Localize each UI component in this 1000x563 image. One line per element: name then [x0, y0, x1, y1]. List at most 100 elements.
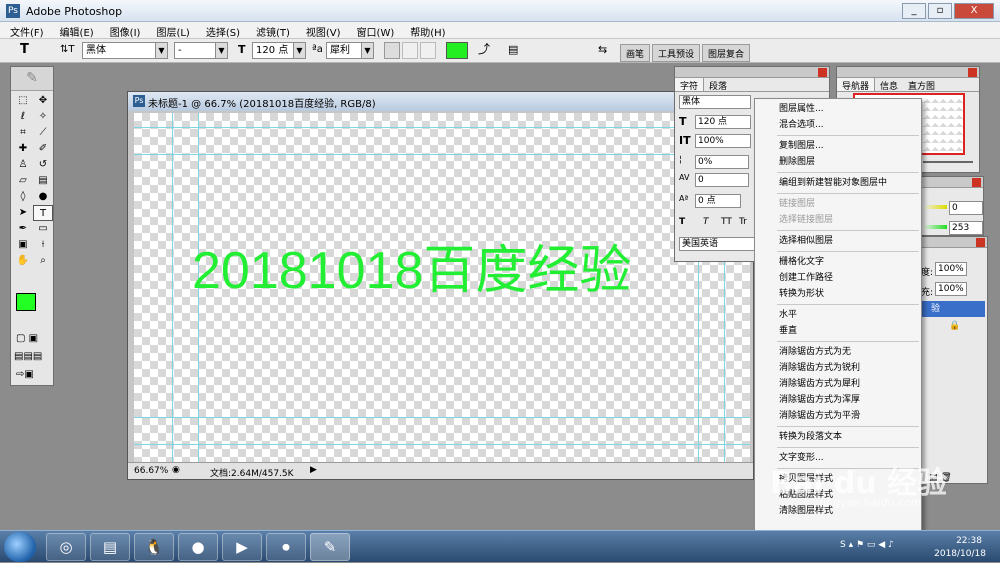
context-menu-item[interactable]: 水平	[755, 307, 921, 323]
gradient-tool-icon[interactable]: ▤	[33, 173, 53, 189]
menu-edit[interactable]: 编辑(E)	[50, 22, 100, 39]
palette-well-brushes-tab[interactable]: 画笔	[620, 44, 651, 62]
zoom-tool-icon[interactable]: ⌕	[33, 253, 53, 269]
context-menu-item[interactable]: 图层属性...	[755, 101, 921, 117]
type-tool-icon[interactable]: T	[33, 205, 53, 221]
char-kerning-field[interactable]: 0	[695, 173, 749, 187]
context-menu-item[interactable]: 删除图层	[755, 154, 921, 170]
color-value-field[interactable]: 0	[949, 201, 983, 215]
close-button[interactable]: X	[954, 3, 994, 19]
quick-mask-toggle[interactable]: ▢ ▣	[16, 333, 50, 345]
context-menu-item[interactable]: 消除锯齿方式为平滑	[755, 408, 921, 424]
faux-italic-button[interactable]: T	[703, 217, 709, 227]
align-center-button[interactable]	[402, 42, 418, 59]
marquee-tool-icon[interactable]: ⬚	[13, 93, 33, 109]
close-icon[interactable]	[976, 238, 985, 247]
char-tracking-field[interactable]: 0%	[695, 155, 749, 169]
opacity-field[interactable]: 100%	[935, 262, 967, 276]
crop-tool-icon[interactable]: ⌗	[13, 125, 33, 141]
menu-filter[interactable]: 滤镜(T)	[246, 22, 296, 39]
file-browser-icon[interactable]: ⇆	[598, 42, 607, 59]
eraser-tool-icon[interactable]: ▱	[13, 173, 33, 189]
char-language-select[interactable]: 美国英语	[679, 237, 757, 251]
menu-file[interactable]: 文件(F)	[0, 22, 50, 39]
canvas[interactable]: 20181018百度经验	[134, 113, 750, 462]
menu-layer[interactable]: 图层(L)	[146, 22, 195, 39]
taskbar-app-firefox[interactable]: ●	[178, 533, 218, 561]
align-right-button[interactable]	[420, 42, 436, 59]
screen-mode-buttons[interactable]: ▤▤▤	[14, 351, 52, 363]
menu-help[interactable]: 帮助(H)	[400, 22, 451, 39]
context-menu-item[interactable]: 消除锯齿方式为犀利	[755, 376, 921, 392]
menu-window[interactable]: 窗口(W)	[347, 22, 401, 39]
palette-well-layer-comps-tab[interactable]: 图层复合	[702, 44, 751, 62]
blur-tool-icon[interactable]: ◊	[13, 189, 33, 205]
taskbar-app-photoshop[interactable]: ✎	[310, 533, 350, 561]
magic-wand-tool-icon[interactable]: ✧	[33, 109, 53, 125]
type-tool-preset-icon[interactable]: T	[20, 42, 29, 59]
tab-paragraph[interactable]: 段落	[704, 78, 732, 92]
lasso-tool-icon[interactable]: ℓ	[13, 109, 33, 125]
faux-bold-button[interactable]: T	[679, 217, 685, 227]
brush-tool-icon[interactable]: ✐	[33, 141, 53, 157]
warp-text-icon[interactable]: ⤴	[478, 42, 490, 59]
tab-character[interactable]: 字符	[675, 78, 705, 92]
text-orientation-icon[interactable]: ⇅T	[60, 42, 75, 59]
eyedropper-tool-icon[interactable]: ⟊	[33, 237, 53, 253]
font-family-select[interactable]: 黑体 ▼	[82, 42, 168, 59]
taskbar-app-explorer[interactable]: ▤	[90, 533, 130, 561]
context-menu-item[interactable]: 转换为段落文本	[755, 429, 921, 445]
char-baseline-field[interactable]: 0 点	[695, 194, 741, 208]
context-menu-item[interactable]: 栅格化文字	[755, 254, 921, 270]
tab-histogram[interactable]: 直方图	[903, 78, 940, 92]
layer-row-selected[interactable]: 验	[921, 301, 985, 317]
tray-icons[interactable]: S ▴ ⚑ ▭ ◀ ♪	[840, 540, 894, 550]
taskbar-app-qq[interactable]: 🐧	[134, 533, 174, 561]
restore-button[interactable]: ▫	[928, 3, 952, 19]
taskbar-app-recorder[interactable]: ⏺	[266, 533, 306, 561]
color-value-field[interactable]: 253	[949, 221, 983, 235]
close-icon[interactable]	[968, 68, 977, 77]
context-menu-item[interactable]: 创建工作路径	[755, 270, 921, 286]
context-menu-item[interactable]: 消除锯齿方式为浑厚	[755, 392, 921, 408]
taskbar-app-360[interactable]: ◎	[46, 533, 86, 561]
tab-navigator[interactable]: 导航器	[837, 78, 876, 92]
menu-view[interactable]: 视图(V)	[296, 22, 347, 39]
minimize-button[interactable]: _	[902, 3, 926, 19]
menu-select[interactable]: 选择(S)	[196, 22, 246, 39]
char-leading-field[interactable]: 100%	[695, 134, 751, 148]
menu-image[interactable]: 图像(I)	[100, 22, 147, 39]
palettes-toggle-icon[interactable]: ▤	[508, 42, 518, 59]
char-font-field[interactable]: 黑体	[679, 95, 751, 109]
jump-to-imageready-icon[interactable]: ⇨▣	[16, 369, 50, 381]
small-caps-button[interactable]: Tr	[739, 217, 747, 227]
context-menu-item[interactable]: 编组到新建智能对象图层中	[755, 175, 921, 191]
clone-stamp-tool-icon[interactable]: ♙	[13, 157, 33, 173]
char-size-field[interactable]: 120 点	[695, 115, 751, 129]
foreground-color-swatch[interactable]	[16, 293, 36, 311]
all-caps-button[interactable]: TT	[721, 217, 732, 227]
text-color-swatch[interactable]	[446, 42, 468, 59]
close-icon[interactable]	[972, 178, 981, 187]
dodge-tool-icon[interactable]: ●	[33, 189, 53, 205]
path-selection-tool-icon[interactable]: ➤	[13, 205, 33, 221]
zoom-slider[interactable]	[923, 161, 973, 163]
start-button[interactable]	[4, 532, 36, 562]
notes-tool-icon[interactable]: ▣	[13, 237, 33, 253]
shape-tool-icon[interactable]: ▭	[33, 221, 53, 237]
context-menu-item[interactable]: 复制图层...	[755, 138, 921, 154]
context-menu-item[interactable]: 混合选项...	[755, 117, 921, 133]
tab-info[interactable]: 信息	[875, 78, 903, 92]
align-left-button[interactable]	[384, 42, 400, 59]
zoom-icon[interactable]: ◉	[172, 465, 180, 475]
healing-brush-tool-icon[interactable]: ✚	[13, 141, 33, 157]
context-menu-item[interactable]: 消除锯齿方式为锐利	[755, 360, 921, 376]
slice-tool-icon[interactable]: ⟋	[33, 125, 53, 141]
context-menu-item[interactable]: 转换为形状	[755, 286, 921, 302]
canvas-text-layer[interactable]: 20181018百度经验	[192, 228, 631, 303]
taskbar-app-media[interactable]: ▶	[222, 533, 262, 561]
context-menu-item[interactable]: 垂直	[755, 323, 921, 339]
context-menu-item[interactable]: 选择相似图层	[755, 233, 921, 249]
palette-well-tool-presets-tab[interactable]: 工具预设	[652, 44, 701, 62]
font-size-select[interactable]: 120 点 ▼	[252, 42, 306, 59]
